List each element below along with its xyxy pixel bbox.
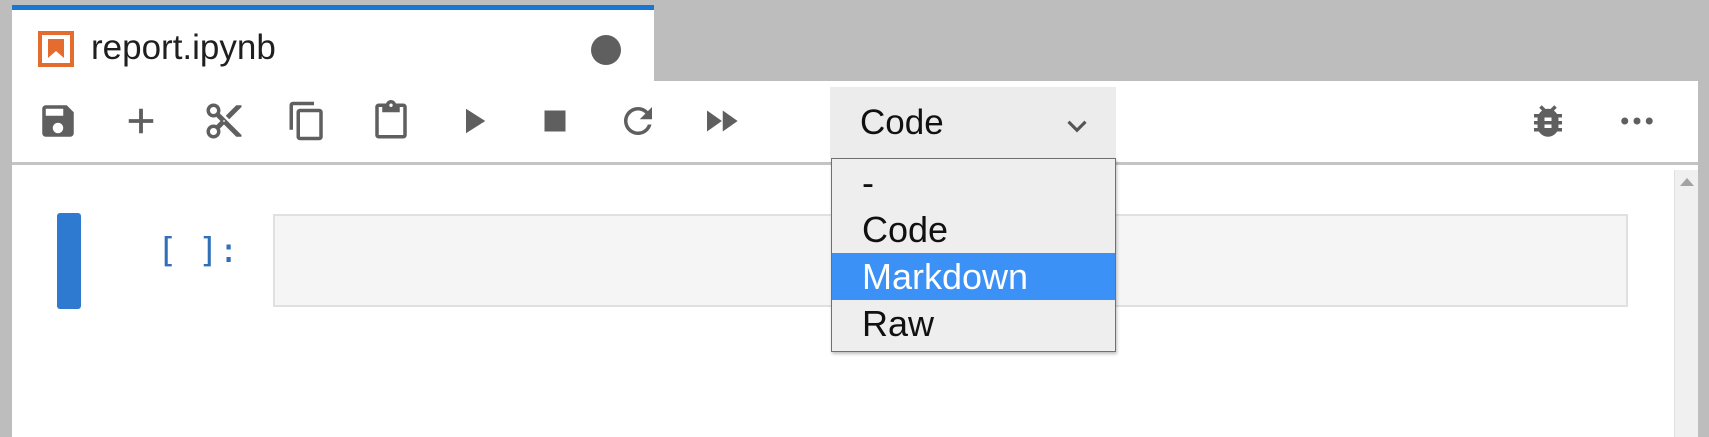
paste-button[interactable] xyxy=(367,99,415,147)
bug-icon xyxy=(1527,100,1569,147)
chevron-down-icon xyxy=(1060,109,1094,143)
notebook-icon xyxy=(38,31,74,67)
cell-type-dropdown: - Code Markdown Raw xyxy=(831,158,1116,352)
scroll-up-arrow-icon[interactable] xyxy=(1680,178,1694,186)
cell-type-select[interactable]: Code xyxy=(830,87,1116,159)
cut-button[interactable] xyxy=(200,99,248,147)
save-icon xyxy=(37,100,79,147)
plus-icon xyxy=(120,100,162,147)
ellipsis-icon xyxy=(1616,100,1658,147)
insert-cell-button[interactable] xyxy=(117,99,165,147)
cell-type-option-none[interactable]: - xyxy=(832,159,1115,206)
refresh-icon xyxy=(617,100,659,147)
unsaved-indicator-icon[interactable] xyxy=(591,35,621,65)
more-options-button[interactable] xyxy=(1613,99,1661,147)
notebook-panel: Code - Code Markdown Raw [ ]: xyxy=(12,81,1698,437)
fast-forward-icon xyxy=(700,100,742,147)
vertical-scrollbar[interactable] xyxy=(1674,170,1698,437)
tab-title: report.ipynb xyxy=(91,28,276,67)
debugger-button[interactable] xyxy=(1524,99,1572,147)
scissors-icon xyxy=(203,100,245,147)
active-cell-indicator[interactable] xyxy=(57,213,81,309)
cell-prompt: [ ]: xyxy=(157,231,239,271)
cell-type-option-markdown[interactable]: Markdown xyxy=(832,253,1115,300)
copy-button[interactable] xyxy=(283,99,331,147)
cell-type-option-code[interactable]: Code xyxy=(832,206,1115,253)
interrupt-button[interactable] xyxy=(531,99,579,147)
copy-icon xyxy=(286,100,328,147)
restart-button[interactable] xyxy=(614,99,662,147)
stop-icon xyxy=(534,100,576,147)
play-icon xyxy=(452,100,494,147)
notebook-toolbar: Code xyxy=(12,81,1698,165)
cell-type-value: Code xyxy=(860,103,944,142)
run-all-button[interactable] xyxy=(697,99,745,147)
save-button[interactable] xyxy=(34,99,82,147)
clipboard-icon xyxy=(370,99,412,147)
cell-type-option-raw[interactable]: Raw xyxy=(832,300,1115,347)
notebook-tab[interactable]: report.ipynb xyxy=(12,5,654,81)
run-button[interactable] xyxy=(449,99,497,147)
